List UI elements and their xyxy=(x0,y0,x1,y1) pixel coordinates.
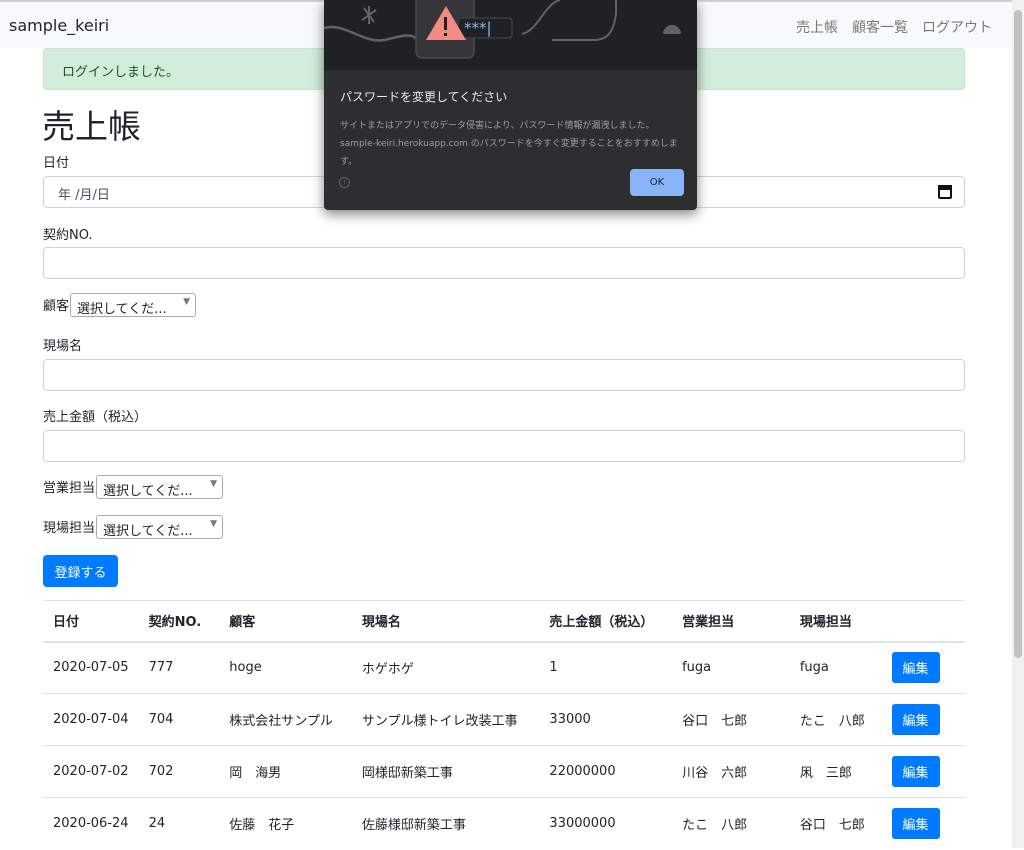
chevron-down-icon: ▼ xyxy=(210,479,217,489)
customer-select-value: 選択してくだ... xyxy=(77,302,167,317)
cell-sales-rep: たこ 八郎 xyxy=(672,797,790,850)
cell-customer: 株式会社サンプル xyxy=(219,693,352,746)
chevron-down-icon: ▼ xyxy=(210,519,217,529)
date-placeholder: 年 /月/日 xyxy=(58,188,110,203)
column-header-sales-rep: 営業担当 xyxy=(672,600,790,643)
brand-link[interactable]: sample_keiri xyxy=(9,16,109,35)
asterisk-icon xyxy=(361,6,377,24)
date-label: 日付 xyxy=(43,156,70,171)
decorative-dot-icon xyxy=(663,25,681,34)
masked-password: ***| xyxy=(464,19,492,37)
table-row: 2020-07-04 704 株式会社サンプル サンプル様トイレ改装工事 330… xyxy=(43,693,965,746)
contract-no-label: 契約NO. xyxy=(43,228,93,243)
password-breach-dialog: ***| パスワードを変更してください サイトまたはアプリでのデータ侵害により、… xyxy=(324,0,697,210)
register-button[interactable]: 登録する xyxy=(43,555,118,587)
cell-customer: 岡 海男 xyxy=(219,745,352,798)
cell-date: 2020-06-24 xyxy=(43,797,139,850)
cell-site-rep: 凩 三郎 xyxy=(789,745,882,798)
customer-label: 顧客 xyxy=(43,299,70,314)
cell-contract-no: 702 xyxy=(138,745,220,798)
cell-site-rep: たこ 八郎 xyxy=(789,693,882,746)
cell-actions: 編集 xyxy=(881,797,965,850)
vertical-scrollbar[interactable] xyxy=(1012,0,1024,848)
cell-date: 2020-07-02 xyxy=(43,745,139,798)
site-rep-label: 現場担当 xyxy=(43,521,96,536)
sales-table: 日付 契約NO. 顧客 現場名 売上金額（税込） 営業担当 現場担当 2020-… xyxy=(43,600,965,850)
cell-site-rep: fuga xyxy=(789,641,882,694)
site-name-input[interactable] xyxy=(43,359,965,391)
cell-site-name: 岡様邸新築工事 xyxy=(351,745,540,798)
cell-actions: 編集 xyxy=(881,745,965,798)
dialog-illustration: ***| xyxy=(324,0,697,70)
ok-button[interactable]: OK xyxy=(630,169,684,196)
amount-input[interactable] xyxy=(43,430,965,462)
cell-actions: 編集 xyxy=(881,693,965,746)
cell-actions: 編集 xyxy=(881,641,965,694)
table-header-row: 日付 契約NO. 顧客 現場名 売上金額（税込） 営業担当 現場担当 xyxy=(43,600,965,643)
cell-site-name: サンプル様トイレ改装工事 xyxy=(351,693,540,746)
edit-button[interactable]: 編集 xyxy=(891,808,940,840)
cell-contract-no: 24 xyxy=(138,797,220,850)
password-leak-illustration: ***| xyxy=(324,0,681,59)
column-header-amount: 売上金額（税込） xyxy=(539,600,673,643)
nav-link-sales-ledger[interactable]: 売上帳 xyxy=(796,17,838,37)
table-row: 2020-07-02 702 岡 海男 岡様邸新築工事 22000000 川谷 … xyxy=(43,745,965,798)
cell-amount: 22000000 xyxy=(539,745,673,798)
column-header-customer: 顧客 xyxy=(219,600,352,643)
cell-date: 2020-07-05 xyxy=(43,641,139,694)
table-row: 2020-07-05 777 hoge ホゲホゲ 1 fuga fuga 編集 xyxy=(43,641,965,694)
cell-date: 2020-07-04 xyxy=(43,693,139,746)
cell-site-rep: 谷口 七郎 xyxy=(789,797,882,850)
column-header-actions xyxy=(881,600,965,643)
cell-amount: 1 xyxy=(539,641,673,694)
info-icon[interactable]: i xyxy=(339,177,350,188)
cell-customer: hoge xyxy=(219,641,352,694)
dialog-heading: パスワードを変更してください xyxy=(340,90,508,104)
cell-customer: 佐藤 花子 xyxy=(219,797,352,850)
site-name-label: 現場名 xyxy=(43,339,83,354)
cell-site-name: ホゲホゲ xyxy=(351,641,540,694)
sales-rep-select[interactable]: 選択してくだ... ▼ xyxy=(96,475,223,499)
contract-no-input[interactable] xyxy=(43,247,965,279)
nav-link-customer-list[interactable]: 顧客一覧 xyxy=(852,17,908,37)
cell-sales-rep: 川谷 六郎 xyxy=(672,745,790,798)
site-rep-select-value: 選択してくだ... xyxy=(103,524,193,539)
cell-site-name: 佐藤様邸新築工事 xyxy=(351,797,540,850)
table-row: 2020-06-24 24 佐藤 花子 佐藤様邸新築工事 33000000 たこ… xyxy=(43,797,965,850)
site-rep-select[interactable]: 選択してくだ... ▼ xyxy=(96,515,223,539)
sales-rep-label: 営業担当 xyxy=(43,481,96,496)
cell-sales-rep: 谷口 七郎 xyxy=(672,693,790,746)
edit-button[interactable]: 編集 xyxy=(891,652,940,684)
cell-contract-no: 704 xyxy=(138,693,220,746)
cell-amount: 33000000 xyxy=(539,797,673,850)
chevron-down-icon: ▼ xyxy=(183,297,190,307)
column-header-date: 日付 xyxy=(43,600,139,643)
amount-label: 売上金額（税込） xyxy=(43,410,148,425)
column-header-contract-no: 契約NO. xyxy=(138,600,220,643)
customer-select[interactable]: 選択してくだ... ▼ xyxy=(70,293,196,317)
nav-link-logout[interactable]: ログアウト xyxy=(922,17,992,37)
cell-amount: 33000 xyxy=(539,693,673,746)
edit-button[interactable]: 編集 xyxy=(891,704,940,735)
nav-links: 売上帳 顧客一覧 ログアウト xyxy=(796,17,992,37)
cell-sales-rep: fuga xyxy=(672,641,790,694)
page-title: 売上帳 xyxy=(42,107,141,146)
calendar-icon[interactable] xyxy=(938,185,952,199)
cell-contract-no: 777 xyxy=(138,641,220,694)
dialog-body-text: サイトまたはアプリでのデータ侵害により、パスワード情報が漏洩しました。sampl… xyxy=(340,121,678,167)
sales-rep-select-value: 選択してくだ... xyxy=(103,484,193,499)
column-header-site-name: 現場名 xyxy=(351,600,540,643)
edit-button[interactable]: 編集 xyxy=(891,756,940,787)
scrollbar-thumb[interactable] xyxy=(1014,10,1022,658)
column-header-site-rep: 現場担当 xyxy=(789,600,882,643)
